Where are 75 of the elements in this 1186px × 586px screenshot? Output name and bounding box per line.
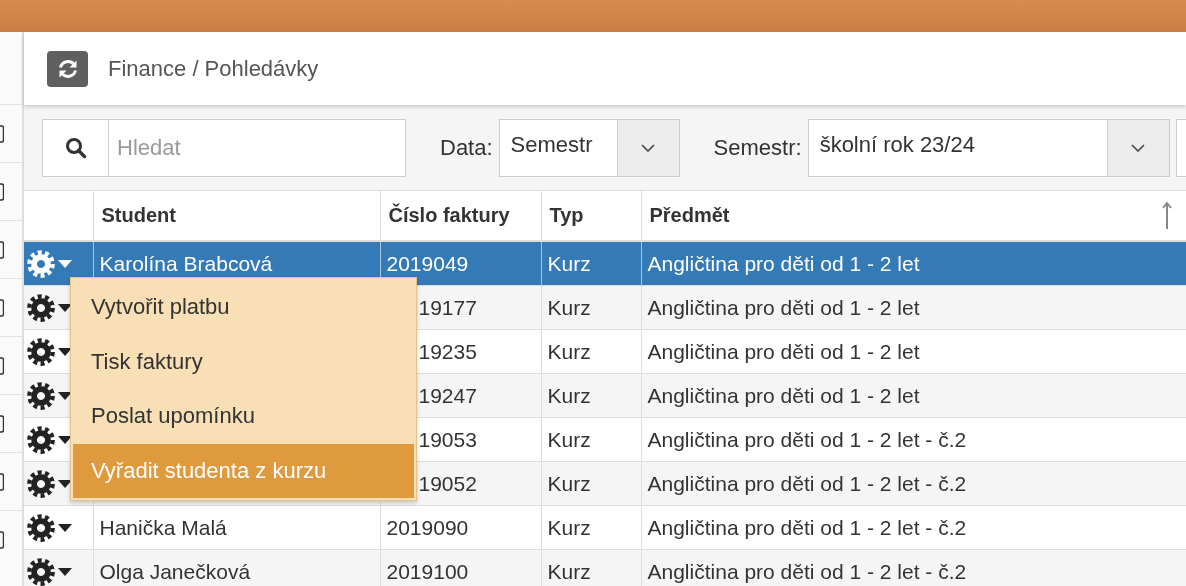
menu-item[interactable]: Vytvořit platbu [73,280,414,335]
filter-label: Semestr: [713,134,802,161]
sidebar-icon[interactable] [0,356,4,375]
table-cell: Angličtina pro děti od 1 - 2 let - č.2 [647,559,967,583]
row-actions-button[interactable] [26,556,72,586]
sidebar-icon[interactable] [0,182,4,201]
search-button[interactable] [42,118,108,177]
table-cell: Kurz [547,339,591,363]
column-header[interactable]: Typ [549,204,584,226]
caret-icon[interactable] [58,303,72,312]
chevron-down-icon [641,143,656,152]
chevron-down-icon [1131,143,1146,152]
caret-icon[interactable] [58,347,72,356]
sidebar-icon[interactable] [0,240,4,259]
refresh-button[interactable] [47,50,88,87]
caret-icon[interactable] [58,391,72,400]
menu-item[interactable]: Poslat upomínku [73,389,414,444]
table-cell: Hanička Malá [99,515,227,539]
sidebar-icon[interactable] [0,472,4,491]
gear-icon[interactable] [26,292,56,323]
column-header[interactable]: Číslo faktury [388,204,510,226]
table-cell: Kurz [547,559,591,583]
table-cell: Angličtina pro děti od 1 - 2 let - č.2 [647,427,967,451]
table-cell: Angličtina pro děti od 1 - 2 let [647,339,920,363]
gear-icon[interactable] [26,512,56,543]
table-cell: Angličtina pro děti od 1 - 2 let [647,383,920,407]
table-cell: 2019100 [386,559,469,583]
column-header[interactable]: Student [101,204,176,226]
row-actions-button[interactable] [26,336,72,367]
filter-select[interactable]: Semestr [498,118,680,177]
filter-select[interactable]: školní rok 23/24 [807,118,1170,177]
table-cell: Angličtina pro děti od 1 - 2 let [647,251,920,275]
search-field[interactable]: Hledat [108,118,406,177]
table-cell: 2019090 [386,515,469,539]
table-cell: 19052 [418,471,477,495]
caret-icon[interactable] [58,435,72,444]
table-cell: Kurz [547,515,591,539]
gear-icon[interactable] [26,556,56,586]
table-cell: 19177 [418,295,477,319]
caret-icon[interactable] [58,479,72,488]
table-cell: 2019049 [386,251,469,275]
search-icon [64,136,87,159]
table-cell: 19235 [418,339,477,363]
row-actions-button[interactable] [26,468,72,499]
table-cell: 19247 [418,383,477,407]
caret-icon[interactable] [58,567,72,576]
sidebar-icon[interactable] [0,414,4,433]
menu-item[interactable]: Tisk faktury [73,334,414,389]
table-cell: Kurz [547,295,591,319]
row-actions-button[interactable] [26,424,72,455]
sort-arrow-icon[interactable] [1162,201,1172,229]
sidebar-icon[interactable] [0,124,4,143]
row-actions-button[interactable] [26,380,72,411]
table-cell: Kurz [547,427,591,451]
caret-icon[interactable] [58,523,72,532]
table-cell: Kurz [547,383,591,407]
filter-label: Data: [440,134,493,161]
table-cell: Angličtina pro děti od 1 - 2 let [647,295,920,319]
column-header[interactable]: Předmět [649,204,730,226]
gear-icon[interactable] [26,424,56,455]
table-cell: Kurz [547,471,591,495]
table-cell: Karolína Brabcová [99,251,273,275]
gear-icon[interactable] [26,380,56,411]
table-cell: Angličtina pro děti od 1 - 2 let - č.2 [647,515,967,539]
table-cell: Olga Janečková [99,559,251,583]
table-cell: Angličtina pro děti od 1 - 2 let - č.2 [647,471,967,495]
gear-icon[interactable] [26,336,56,367]
sidebar-icon[interactable] [0,298,4,317]
table-cell: Kurz [547,251,591,275]
row-actions-button[interactable] [26,512,72,543]
gear-icon[interactable] [26,468,56,499]
sidebar-icon[interactable] [0,530,4,549]
table-cell: 19053 [418,427,477,451]
row-actions-button[interactable] [26,292,72,323]
breadcrumb: Finance / Pohledávky [108,55,319,82]
